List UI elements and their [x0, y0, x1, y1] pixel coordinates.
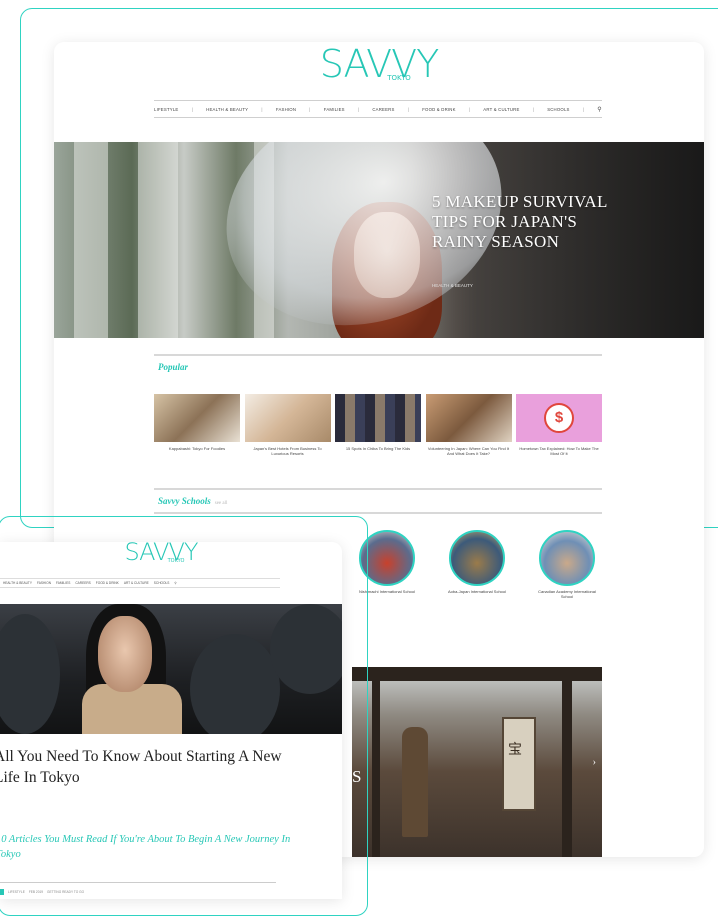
thumbnail	[425, 394, 512, 442]
nav-item-art-culture[interactable]: ART & CULTURE	[483, 107, 519, 112]
meta-date: FEB 2019	[28, 890, 44, 894]
photo-coat	[82, 684, 182, 734]
post	[562, 681, 572, 857]
nav-separator: |	[407, 106, 410, 112]
item-caption: Kappabashi: Tokyo For Foodies	[168, 446, 226, 451]
nav-item-art-culture[interactable]: ART & CULTURE	[124, 581, 149, 585]
pillar	[74, 142, 108, 338]
nav-item-careers[interactable]: CAREERS	[75, 581, 90, 585]
popular-list: Kappabashi: Tokyo For Foodies Japan's Be…	[154, 394, 602, 464]
search-icon[interactable]: ⚲	[174, 581, 176, 585]
hero-byline: HEALTH & BEAUTY	[432, 283, 473, 288]
thumbnail	[335, 394, 421, 442]
schools-list: Nishimachi International School Aoba-Jap…	[352, 530, 602, 599]
category-tag	[0, 889, 4, 895]
nav-separator: |	[357, 106, 360, 112]
site-logo[interactable]: SAVVY TOKYO	[54, 44, 704, 84]
nav-separator: |	[261, 106, 263, 112]
mobile-nav: HEALTH & BEAUTY FASHION FAMILIES CAREERS…	[0, 578, 280, 588]
crowd-figure	[270, 604, 342, 694]
site-logo[interactable]: SAVVY TOKYO	[0, 542, 342, 566]
pillar	[138, 142, 178, 338]
dollar-icon: $	[544, 403, 574, 433]
search-icon[interactable]: ⚲	[597, 106, 602, 113]
nav-item-health-beauty[interactable]: HEALTH & BEAUTY	[3, 581, 32, 585]
thumbnail	[244, 394, 331, 442]
nav-item-careers[interactable]: CAREERS	[372, 107, 394, 112]
mobile-site-preview: SAVVY TOKYO HEALTH & BEAUTY FASHION FAMI…	[0, 542, 342, 899]
list-item[interactable]: 15 Spots In Chiba To Bring The Kids	[335, 394, 421, 464]
item-caption: Hometown Tax Explained: How To Make The …	[519, 446, 599, 456]
thumbnail: $	[516, 394, 602, 442]
crowd-figure	[0, 614, 60, 734]
item-caption: Japan's Best Hotels From Business To Lux…	[253, 446, 322, 456]
nav-item-families[interactable]: FAMILIES	[324, 107, 345, 112]
section-divider	[154, 488, 602, 490]
popular-heading: Popular	[158, 362, 189, 372]
school-photo	[539, 530, 595, 586]
article-title[interactable]: All You Need To Know About Starting A Ne…	[0, 746, 294, 788]
main-nav: LIFESTYLE | HEALTH & BEAUTY | FASHION | FAM…	[154, 100, 602, 118]
nav-separator: |	[468, 106, 471, 112]
article-meta: LIFESTYLE FEB 2019 GETTING READY TO GO	[0, 889, 84, 895]
list-item[interactable]: Volunteering In Japan: Where Can You Fin…	[425, 394, 512, 464]
schools-title: Savvy Schools	[158, 496, 211, 506]
meta-tags[interactable]: GETTING READY TO GO	[47, 890, 84, 894]
hero-title[interactable]: 5 MAKEUP SURVIVAL TIPS FOR JAPAN'S RAINY…	[432, 192, 632, 252]
lantern-character: 宝	[508, 743, 522, 758]
logo-subtitle: TOKYO	[387, 74, 411, 82]
nav-separator: |	[532, 106, 535, 112]
lantern	[502, 717, 536, 811]
photo-face	[98, 616, 152, 692]
nav-item-schools[interactable]: SCHOOLS	[154, 581, 170, 585]
chevron-right-icon[interactable]: ›	[593, 757, 596, 768]
nav-separator: |	[309, 106, 311, 112]
person-figure	[402, 727, 428, 837]
post	[372, 681, 380, 857]
list-item[interactable]: Japan's Best Hotels From Business To Lux…	[244, 394, 331, 464]
nav-item-families[interactable]: FAMILIES	[56, 581, 70, 585]
school-caption: Canadian Academy International School	[538, 589, 596, 599]
roof-beam	[352, 667, 602, 681]
nav-item-lifestyle[interactable]: LIFESTYLE	[154, 107, 179, 112]
nav-item-fashion[interactable]: FASHION	[276, 107, 296, 112]
hero-banner[interactable]: 5 MAKEUP SURVIVAL TIPS FOR JAPAN'S RAINY…	[54, 142, 704, 338]
list-item[interactable]: Aoba-Japan International School	[442, 530, 512, 599]
school-photo	[449, 530, 505, 586]
school-caption: Aoba-Japan International School	[447, 589, 507, 594]
thumbnail	[154, 394, 240, 442]
feature-banner[interactable]: 宝 S ›	[352, 667, 602, 857]
list-item[interactable]: $ Hometown Tax Explained: How To Make Th…	[516, 394, 602, 464]
nav-separator: |	[191, 106, 193, 112]
nav-item-food-drink[interactable]: FOOD & DRINK	[422, 107, 455, 112]
schools-heading: Savvy Schools see all	[158, 496, 227, 506]
nav-item-food-drink[interactable]: FOOD & DRINK	[96, 581, 119, 585]
nav-item-schools[interactable]: SCHOOLS	[547, 107, 569, 112]
see-all-link[interactable]: see all	[215, 501, 228, 506]
divider	[0, 882, 276, 883]
meta-category[interactable]: LIFESTYLE	[8, 890, 25, 894]
section-divider	[154, 512, 602, 514]
logo-subtitle: TOKYO	[167, 558, 185, 564]
nav-item-health-beauty[interactable]: HEALTH & BEAUTY	[206, 107, 248, 112]
list-item[interactable]: Kappabashi: Tokyo For Foodies	[154, 394, 240, 464]
article-subtitle: 10 Articles You Must Read If You're Abou…	[0, 834, 291, 860]
article-hero-image[interactable]	[0, 604, 342, 734]
item-caption: Volunteering In Japan: Where Can You Fin…	[427, 446, 510, 456]
list-item[interactable]: Canadian Academy International School	[532, 530, 602, 599]
section-divider	[154, 354, 602, 356]
item-caption: 15 Spots In Chiba To Bring The Kids	[345, 446, 411, 451]
nav-item-fashion[interactable]: FASHION	[37, 581, 51, 585]
nav-separator: |	[582, 106, 585, 112]
crowd-figure	[190, 634, 280, 734]
